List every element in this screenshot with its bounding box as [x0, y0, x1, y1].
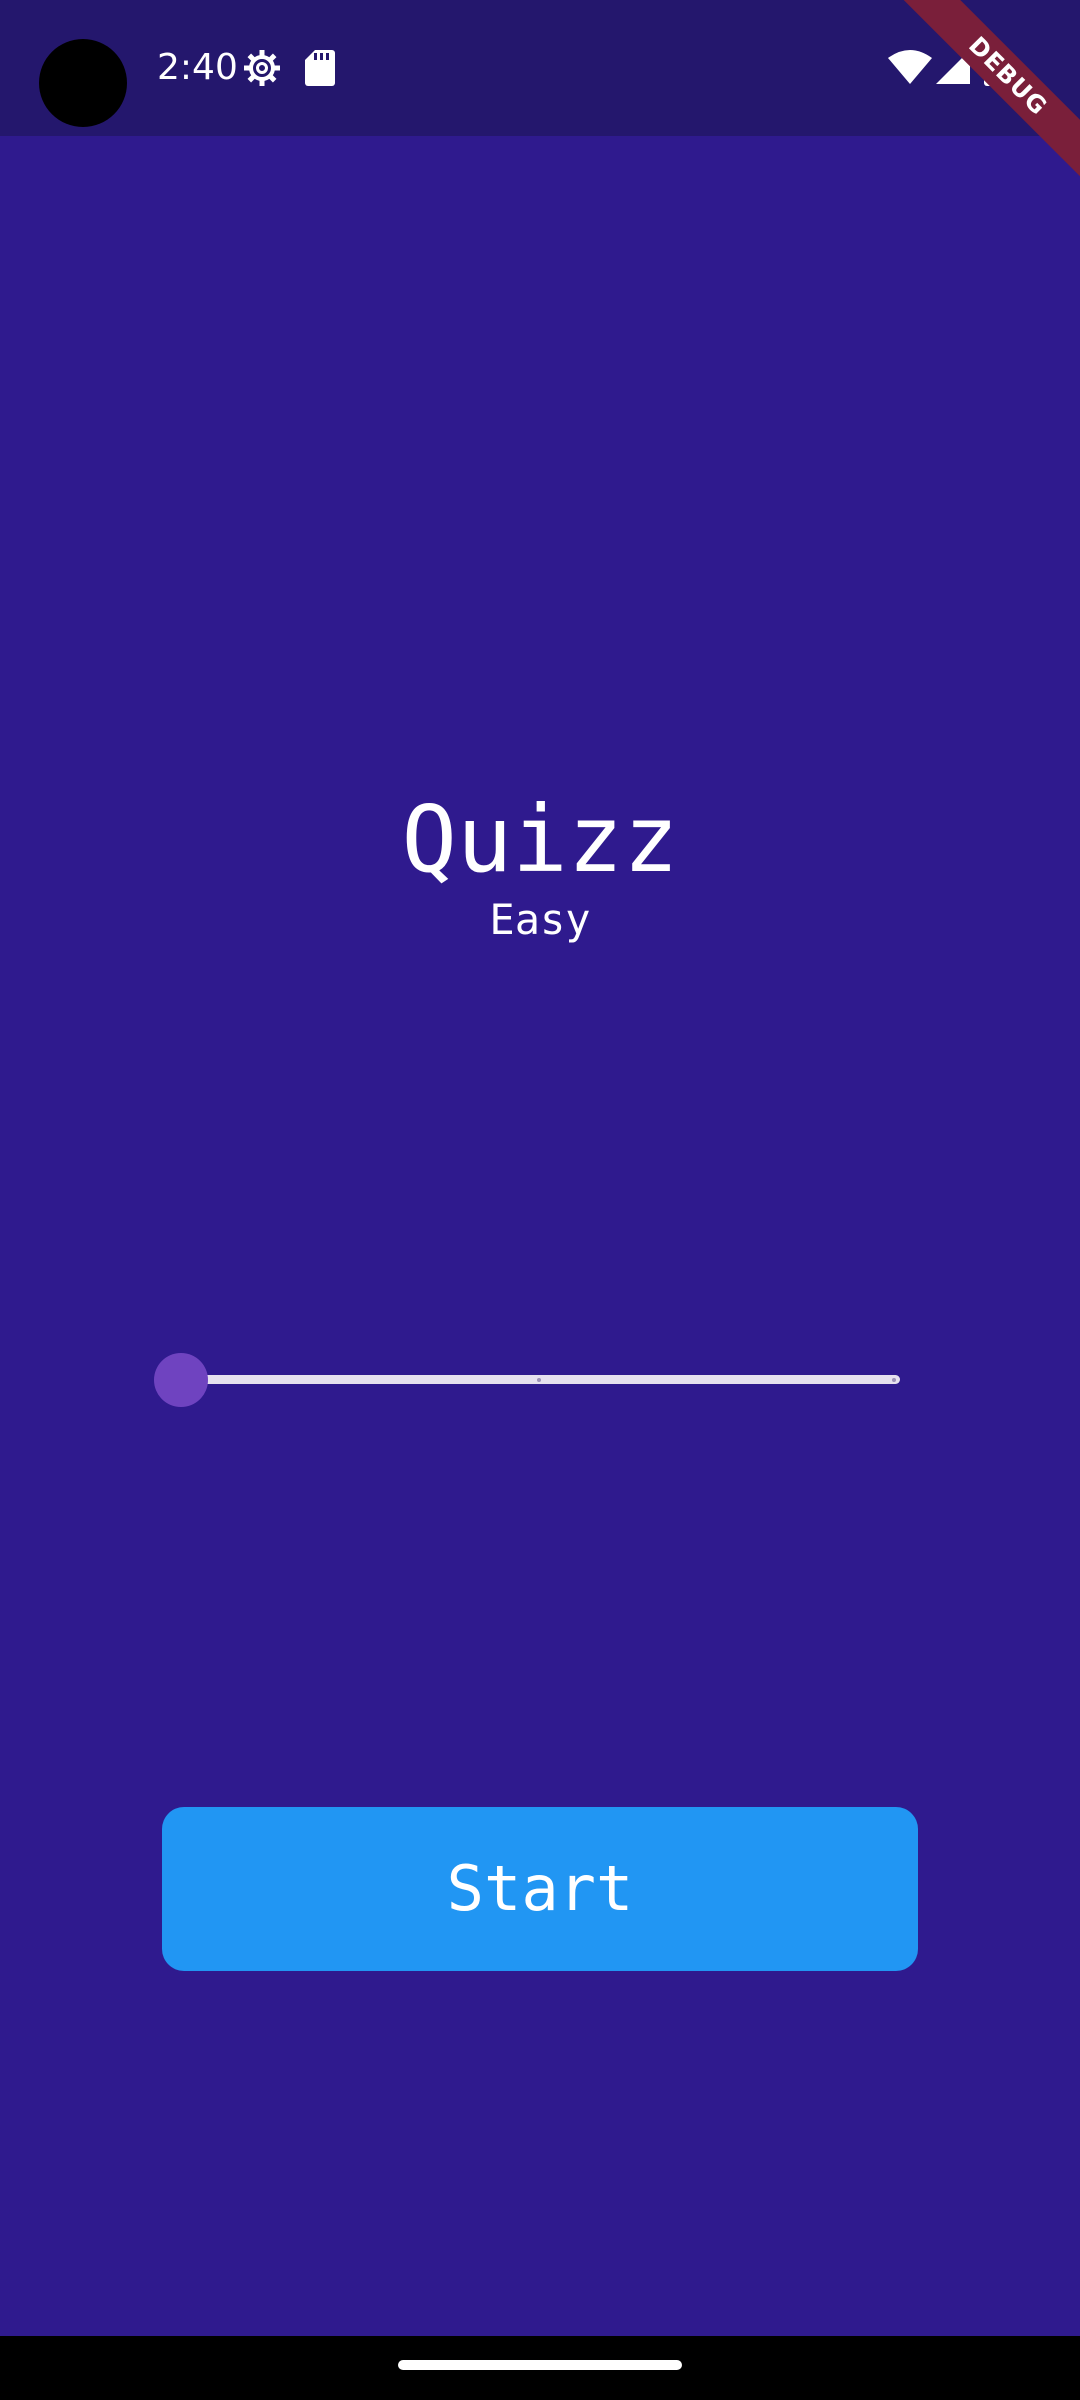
slider-tick-hard [892, 1378, 896, 1382]
start-button[interactable]: Start [162, 1807, 918, 1971]
quiz-title: Quizz [401, 786, 679, 893]
home-indicator[interactable] [398, 2360, 682, 2370]
difficulty-label: Easy [489, 895, 591, 944]
status-bar: 2:40 [0, 0, 1080, 136]
status-time: 2:40 [157, 47, 238, 88]
slider-tick-medium [537, 1378, 541, 1382]
difficulty-slider[interactable] [154, 1352, 900, 1408]
sd-card-icon [305, 50, 335, 86]
navigation-bar [0, 2336, 1080, 2400]
slider-thumb[interactable] [154, 1353, 208, 1407]
wifi-icon [888, 50, 932, 84]
camera-cutout [39, 39, 127, 127]
quiz-screen: 2:40 DEBUG Quizz Easy Start [0, 0, 1080, 2400]
gear-icon [244, 50, 280, 86]
